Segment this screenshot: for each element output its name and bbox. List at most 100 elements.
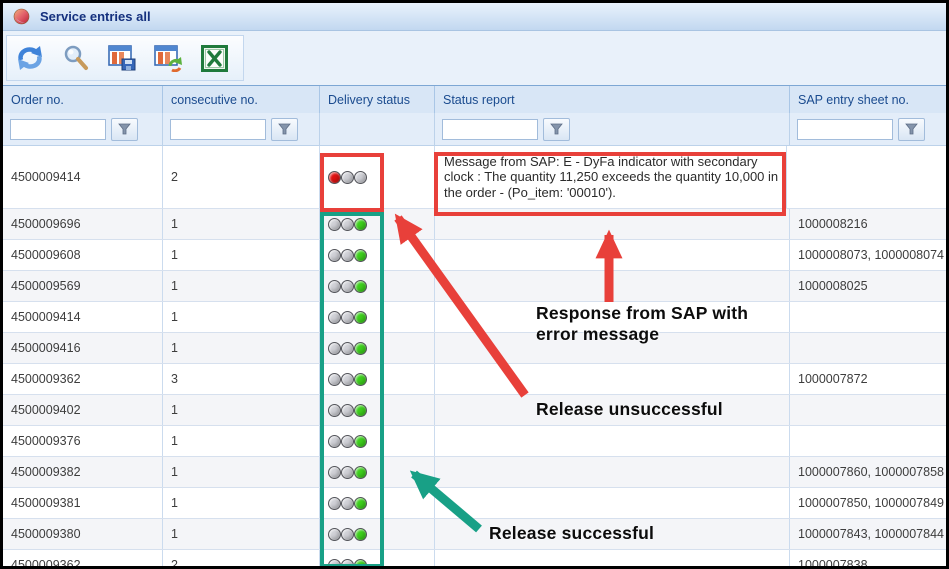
- filter-input-order[interactable]: [10, 119, 106, 140]
- delivery-status-cell: [320, 519, 435, 549]
- table-row[interactable]: 45000094021: [3, 395, 946, 426]
- order-cell: 4500009696: [3, 209, 163, 239]
- order-cell: 4500009569: [3, 271, 163, 301]
- sap-entry-sheet-cell: [790, 395, 946, 425]
- sap-entry-sheet-cell: 1000007838: [790, 550, 946, 569]
- sap-entry-sheet-cell: 1000008216: [790, 209, 946, 239]
- traffic-light-icon: [328, 249, 367, 262]
- consecutive-cell: 2: [163, 550, 320, 569]
- status-report-cell: [435, 550, 790, 569]
- filter-cell-status-report: [435, 113, 790, 145]
- traffic-light-icon: [328, 559, 367, 569]
- table-row[interactable]: 450000938111000007850, 1000007849: [3, 488, 946, 519]
- consecutive-cell: 2: [163, 146, 320, 208]
- status-report-cell: [435, 240, 790, 270]
- funnel-icon: [278, 123, 291, 135]
- delivery-status-cell: [320, 550, 435, 569]
- table-row[interactable]: 45000093622 1000007838: [3, 550, 946, 569]
- excel-icon: [201, 45, 228, 72]
- annotation-unsuccessful-label: Release unsuccessful: [536, 399, 796, 420]
- table-row[interactable]: 45000094142Message from SAP: E - DyFa in…: [3, 146, 946, 209]
- table-row[interactable]: 45000094141: [3, 302, 946, 333]
- excel-export-button[interactable]: [197, 41, 231, 75]
- column-header-order[interactable]: Order no.: [3, 86, 163, 113]
- table-row[interactable]: 45000095691 1000008025: [3, 271, 946, 302]
- delivery-status-cell: [320, 146, 435, 208]
- status-report-cell: [435, 457, 790, 487]
- sap-entry-sheet-cell: [790, 333, 946, 363]
- filter-button-order[interactable]: [111, 118, 138, 141]
- consecutive-cell: 1: [163, 302, 320, 332]
- status-report-cell: Message from SAP: E - DyFa indicator wit…: [435, 146, 787, 208]
- refresh-button[interactable]: [13, 41, 47, 75]
- search-button[interactable]: [59, 41, 93, 75]
- column-header-delivery-status[interactable]: Delivery status: [320, 86, 435, 113]
- sap-entry-sheet-cell: [790, 426, 946, 456]
- filter-row: [3, 113, 946, 146]
- annotation-successful-label: Release successful: [489, 523, 749, 544]
- traffic-light-icon: [328, 280, 367, 293]
- service-entries-window: Service entries all: [0, 0, 949, 569]
- search-icon: [62, 44, 90, 72]
- column-header-status-report[interactable]: Status report: [435, 86, 790, 113]
- window-title: Service entries all: [40, 9, 151, 24]
- traffic-light-icon: [328, 528, 367, 541]
- filter-input-status-report[interactable]: [442, 119, 538, 140]
- table-row[interactable]: 450000936231000007872: [3, 364, 946, 395]
- update-table-button[interactable]: [151, 41, 185, 75]
- annotation-response-label: Response from SAP with error message: [536, 303, 776, 345]
- order-cell: 4500009382: [3, 457, 163, 487]
- traffic-light-icon: [328, 342, 367, 355]
- title-bar: Service entries all: [3, 3, 946, 31]
- order-cell: 4500009402: [3, 395, 163, 425]
- table-row[interactable]: 45000093761: [3, 426, 946, 457]
- status-report-cell: [435, 488, 790, 518]
- status-report-cell: [435, 364, 790, 394]
- delivery-status-cell: [320, 333, 435, 363]
- sap-entry-sheet-cell: 1000008073, 1000008074: [790, 240, 946, 270]
- filter-button-status-report[interactable]: [543, 118, 570, 141]
- filter-cell-sap-entry: [790, 113, 946, 145]
- consecutive-cell: 1: [163, 488, 320, 518]
- consecutive-cell: 1: [163, 426, 320, 456]
- delivery-status-cell: [320, 209, 435, 239]
- update-table-icon: [153, 44, 183, 72]
- sap-entry-sheet-cell: [790, 302, 946, 332]
- filter-button-sap-entry[interactable]: [898, 118, 925, 141]
- consecutive-cell: 1: [163, 457, 320, 487]
- table-row[interactable]: 450000938011000007843, 1000007844: [3, 519, 946, 550]
- filter-input-sap-entry[interactable]: [797, 119, 893, 140]
- column-header-sap-entry-sheet[interactable]: SAP entry sheet no.: [790, 86, 946, 113]
- consecutive-cell: 1: [163, 209, 320, 239]
- table-row[interactable]: 45000093821 1000007860, 1000007858: [3, 457, 946, 488]
- table-row[interactable]: 45000096961 1000008216: [3, 209, 946, 240]
- sap-entry-sheet-cell: 1000007872: [790, 364, 946, 394]
- save-table-icon: [107, 44, 137, 72]
- status-report-cell: [435, 209, 790, 239]
- status-report-cell: [435, 426, 790, 456]
- toolbar: [3, 31, 946, 86]
- filter-cell-delivery-status: [320, 113, 435, 145]
- consecutive-cell: 1: [163, 271, 320, 301]
- filter-input-consecutive[interactable]: [170, 119, 266, 140]
- delivery-status-cell: [320, 364, 435, 394]
- filter-button-consecutive[interactable]: [271, 118, 298, 141]
- sap-entry-sheet-cell: 1000008025: [790, 271, 946, 301]
- order-cell: 4500009416: [3, 333, 163, 363]
- order-cell: 4500009376: [3, 426, 163, 456]
- save-table-button[interactable]: [105, 41, 139, 75]
- funnel-icon: [550, 123, 563, 135]
- table-row[interactable]: 450000960811000008073, 1000008074: [3, 240, 946, 271]
- traffic-light-icon: [328, 171, 367, 184]
- sap-entry-sheet-cell: [790, 146, 946, 208]
- delivery-status-cell: [320, 302, 435, 332]
- traffic-light-icon: [328, 497, 367, 510]
- order-cell: 4500009381: [3, 488, 163, 518]
- sap-entry-sheet-cell: 1000007860, 1000007858: [790, 457, 946, 487]
- table-row[interactable]: 45000094161: [3, 333, 946, 364]
- column-header-consecutive[interactable]: consecutive no.: [163, 86, 320, 113]
- refresh-icon: [15, 44, 45, 72]
- delivery-status-cell: [320, 426, 435, 456]
- order-cell: 4500009380: [3, 519, 163, 549]
- order-cell: 4500009362: [3, 550, 163, 569]
